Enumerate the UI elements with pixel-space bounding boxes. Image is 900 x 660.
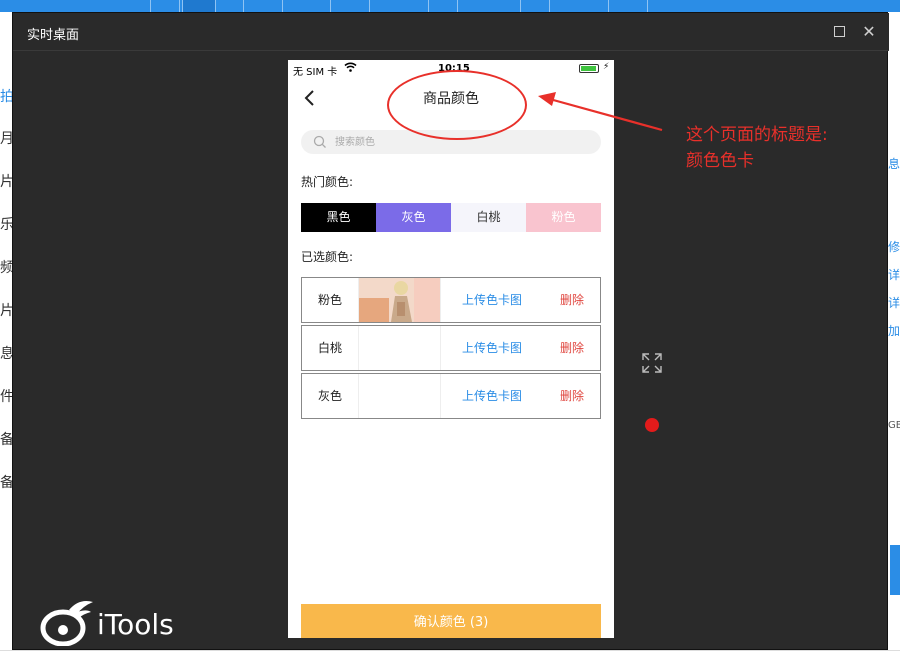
delete-button[interactable]: 删除 bbox=[543, 278, 601, 322]
wifi-icon bbox=[344, 62, 357, 72]
itools-logo-icon bbox=[40, 601, 93, 646]
detail-link[interactable]: 加 bbox=[888, 322, 900, 339]
list-item: 白桃 上传色卡图 删除 bbox=[301, 325, 601, 371]
color-card-photo bbox=[359, 278, 440, 322]
annotation-line-2: 颜色色卡 bbox=[686, 151, 754, 171]
background-footer bbox=[0, 650, 900, 660]
background-button[interactable] bbox=[890, 545, 900, 595]
toolbar-tool bbox=[428, 0, 458, 12]
detail-link[interactable]: 息 bbox=[888, 155, 900, 172]
toolbar-tool bbox=[150, 0, 180, 12]
color-name: 粉色 bbox=[317, 293, 342, 307]
toolbar-tool bbox=[608, 0, 648, 12]
background-detail-panel: 息 修 详 详 加 GB bbox=[888, 50, 900, 660]
selected-colors-label: 已选颜色: bbox=[301, 250, 354, 264]
annotation-note: 这个页面的标题是: 颜色色卡 bbox=[686, 122, 828, 174]
color-card-image-empty[interactable] bbox=[358, 374, 441, 418]
annotation-line-1: 这个页面的标题是: bbox=[686, 125, 828, 145]
color-chip-gray[interactable]: 灰色 bbox=[376, 203, 451, 232]
window-titlebar[interactable]: 实时桌面 ✕ bbox=[13, 13, 889, 51]
hot-color-chips: 黑色 灰色 白桃 粉色 bbox=[301, 203, 601, 232]
toolbar-tool bbox=[520, 0, 550, 12]
toolbar-tool bbox=[330, 0, 370, 12]
sidebar-item[interactable]: 拍 bbox=[0, 86, 12, 106]
toolbar-tool-active bbox=[182, 0, 216, 12]
upload-color-card-button[interactable]: 上传色卡图 bbox=[441, 278, 543, 322]
maximize-icon bbox=[834, 26, 845, 37]
sidebar-item[interactable]: 片 bbox=[0, 300, 12, 320]
phone-screen: 无 SIM 卡 10:15 ⚡ 商品颜色 热门颜色: 黑色 bbox=[288, 60, 614, 638]
list-item: 粉色 上传色卡图 删除 bbox=[301, 277, 601, 323]
color-chip-peach[interactable]: 白桃 bbox=[451, 203, 526, 232]
recording-indicator bbox=[645, 418, 659, 432]
sidebar-item[interactable]: 片 bbox=[0, 171, 12, 191]
annotation-arrow-icon bbox=[538, 92, 663, 132]
color-card-image-empty[interactable] bbox=[358, 326, 441, 370]
color-chip-black[interactable]: 黑色 bbox=[301, 203, 376, 232]
background-sidebar: 拍 月 片 乐 频 片 息 件 备 备 bbox=[0, 50, 12, 660]
storage-label: GB bbox=[888, 420, 900, 431]
toolbar-tool bbox=[243, 0, 283, 12]
sidebar-item[interactable]: 备 bbox=[0, 429, 12, 449]
window-title: 实时桌面 bbox=[27, 28, 80, 43]
sidebar-item[interactable]: 件 bbox=[0, 386, 12, 406]
sidebar-item[interactable]: 息 bbox=[0, 343, 12, 363]
list-item: 灰色 上传色卡图 删除 bbox=[301, 373, 601, 419]
charging-icon: ⚡ bbox=[603, 62, 610, 72]
maximize-button[interactable] bbox=[829, 22, 849, 42]
delete-button[interactable]: 删除 bbox=[543, 326, 601, 370]
confirm-colors-button[interactable]: 确认颜色 (3) bbox=[301, 604, 601, 638]
carrier-label: 无 SIM 卡 bbox=[293, 67, 338, 78]
search-icon bbox=[313, 135, 326, 148]
sidebar-item[interactable]: 备 bbox=[0, 472, 12, 492]
detail-link[interactable]: 详 bbox=[888, 294, 900, 311]
sidebar-item[interactable]: 频 bbox=[0, 257, 12, 277]
color-card-image[interactable] bbox=[358, 278, 441, 322]
color-name: 灰色 bbox=[317, 389, 342, 403]
selected-colors-list: 粉色 上传色卡图 删除 白桃 上传色卡图 删除 灰色 上传色卡图 删除 bbox=[301, 277, 601, 421]
color-chip-pink[interactable]: 粉色 bbox=[526, 203, 601, 232]
close-button[interactable]: ✕ bbox=[859, 22, 879, 42]
color-name: 白桃 bbox=[317, 341, 342, 355]
logo-text: iTools bbox=[97, 608, 174, 641]
detail-link[interactable]: 详 bbox=[888, 266, 900, 283]
delete-button[interactable]: 删除 bbox=[543, 374, 601, 418]
upload-color-card-button[interactable]: 上传色卡图 bbox=[441, 374, 543, 418]
detail-link[interactable]: 修 bbox=[888, 238, 900, 255]
hot-colors-label: 热门颜色: bbox=[301, 175, 354, 189]
background-toolbar bbox=[0, 0, 900, 12]
expand-icon[interactable] bbox=[641, 352, 663, 374]
sidebar-item[interactable]: 月 bbox=[0, 128, 12, 148]
upload-color-card-button[interactable]: 上传色卡图 bbox=[441, 326, 543, 370]
sidebar-item[interactable]: 乐 bbox=[0, 214, 12, 234]
annotation-circle bbox=[387, 70, 527, 140]
battery-icon bbox=[579, 64, 599, 73]
